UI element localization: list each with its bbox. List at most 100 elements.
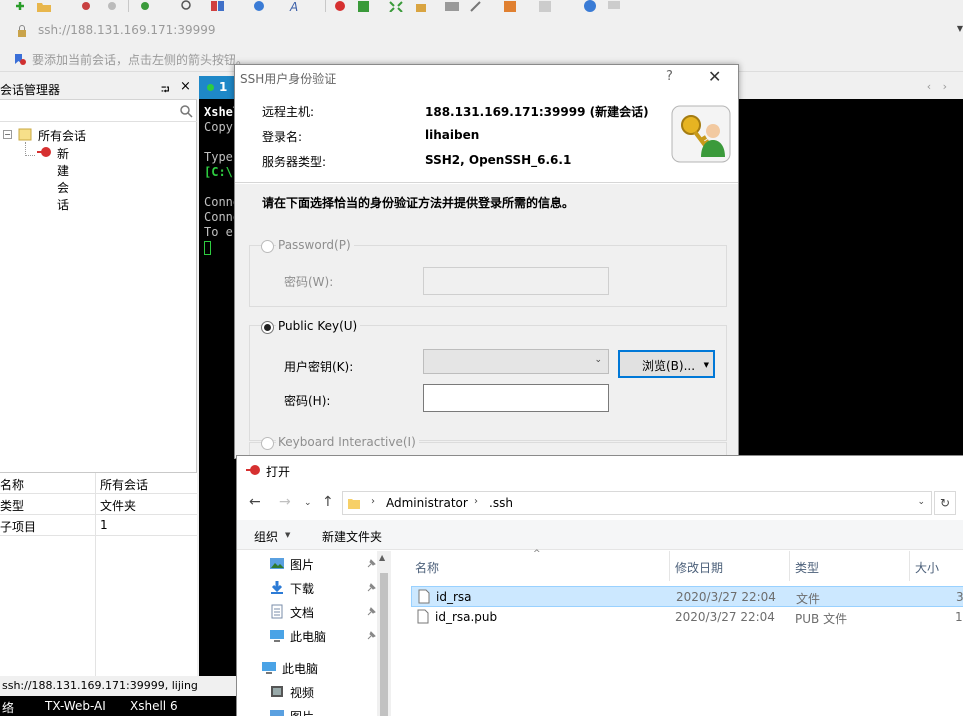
disconnect-icon[interactable]	[104, 0, 120, 12]
help-icon[interactable]: ?	[666, 69, 673, 84]
font-icon[interactable]: A	[288, 0, 304, 12]
browse-button[interactable]: 浏览(B)... ▼	[618, 350, 715, 378]
password-field[interactable]	[423, 267, 609, 295]
user-key-select[interactable]: ⌄	[423, 349, 609, 374]
file-row-id-rsa-pub[interactable]: id_rsa.pub 2020/3/27 22:04 PUB 文件 1	[411, 607, 963, 628]
public-key-radio[interactable]	[261, 321, 274, 334]
globe-icon[interactable]	[252, 0, 268, 12]
pin-icon[interactable]: ⮒	[161, 81, 170, 100]
scrollbar-thumb[interactable]	[380, 573, 388, 716]
help-icon[interactable]	[582, 0, 598, 12]
column-divider[interactable]	[909, 551, 910, 581]
address-text[interactable]: ssh://188.131.169.171:39999	[38, 23, 216, 37]
breadcrumb-item[interactable]: .ssh	[489, 496, 513, 510]
tree-item-label: 所有会话	[38, 129, 87, 143]
tab-scroll-arrows[interactable]: ‹ ›	[927, 80, 951, 93]
pin-icon	[367, 583, 376, 592]
keyboard-option-label[interactable]: Keyboard Interactive(I)	[276, 435, 419, 449]
chevron-down-icon[interactable]: ▼	[957, 24, 963, 33]
new-folder-button[interactable]: 新建文件夹	[322, 528, 382, 545]
chat-icon[interactable]	[606, 0, 622, 12]
find-icon[interactable]	[180, 0, 196, 12]
tile-icon[interactable]	[538, 0, 554, 12]
keyboard-icon[interactable]	[444, 0, 460, 12]
back-arrow-icon[interactable]: ←	[249, 494, 261, 510]
keyboard-radio[interactable]	[261, 437, 274, 450]
layout-icon[interactable]	[210, 0, 226, 12]
search-icon[interactable]	[180, 105, 193, 118]
svg-text:A: A	[289, 0, 298, 12]
bookmark-arrow-icon[interactable]	[14, 53, 26, 65]
session-search-input[interactable]	[0, 102, 197, 122]
pictures-icon	[270, 710, 284, 716]
ssh-auth-dialog: SSH用户身份验证 ? ✕ 远程主机: 188.131.169.171:3999…	[234, 64, 739, 462]
xshell-icon[interactable]	[332, 0, 348, 12]
main-toolbar: A	[0, 0, 963, 20]
address-bar[interactable]: ssh://188.131.169.171:39999 ▼	[6, 20, 963, 42]
close-icon[interactable]: ×	[180, 79, 191, 94]
chevron-right-icon[interactable]: ›	[371, 496, 375, 507]
new-session-icon[interactable]	[12, 0, 28, 12]
column-type[interactable]: 类型	[795, 559, 819, 576]
connect-icon[interactable]	[80, 0, 96, 12]
xshell-icon	[246, 465, 260, 475]
property-key: 子项目	[0, 520, 37, 534]
organize-button[interactable]: 组织	[254, 528, 278, 545]
refresh-icon[interactable]: ↻	[934, 491, 956, 515]
column-divider[interactable]	[669, 551, 670, 581]
download-icon	[271, 581, 283, 594]
chevron-right-icon[interactable]: ›	[474, 496, 478, 507]
property-value: 1	[100, 518, 108, 532]
file-modified: 2020/3/27 22:04	[676, 590, 776, 604]
dropdown-arrow-icon: ▼	[703, 361, 709, 369]
breadcrumb-item[interactable]: Administrator	[386, 496, 468, 510]
server-type-value: SSH2, OpenSSH_6.6.1	[425, 153, 572, 167]
compose-icon[interactable]	[468, 0, 484, 12]
tree-item-new-session[interactable]: 新建会话	[57, 145, 69, 213]
fullscreen-icon[interactable]	[388, 0, 404, 12]
instruction-text: 请在下面选择恰当的身份验证方法并提供登录所需的信息。	[262, 196, 575, 210]
path-breadcrumb[interactable]: › Administrator › .ssh ⌄	[342, 491, 932, 515]
forward-arrow-icon[interactable]: →	[279, 494, 291, 510]
recent-locations-icon[interactable]: ⌄	[304, 498, 312, 508]
lock-icon[interactable]	[413, 0, 429, 12]
connection-info: 远程主机: 188.131.169.171:39999 (新建会话) 登录名: …	[235, 91, 738, 183]
dropdown-arrow-icon[interactable]: ▼	[285, 531, 290, 539]
column-name[interactable]: 名称	[415, 559, 439, 576]
connected-indicator	[207, 84, 214, 91]
properties-table: 名称 所有会话 类型 文件夹 子项目 1	[0, 472, 197, 677]
auth-methods: 请在下面选择恰当的身份验证方法并提供登录所需的信息。 Password(P) 密…	[235, 184, 738, 462]
user-key-label: 用户密钥(K):	[284, 360, 354, 374]
tab-session-1[interactable]: 1	[199, 76, 239, 99]
password-option-label[interactable]: Password(P)	[276, 238, 354, 252]
close-icon[interactable]: ✕	[708, 67, 721, 86]
sort-ascending-icon: ^	[533, 549, 541, 559]
browse-button-label: 浏览(B)...	[642, 359, 696, 373]
open-folder-icon[interactable]	[36, 0, 52, 12]
nav-pane-scrollbar[interactable]: ▲	[377, 551, 391, 716]
file-size: 3	[956, 590, 963, 604]
public-key-option-label[interactable]: Public Key(U)	[276, 319, 361, 333]
column-size[interactable]: 大小	[915, 559, 939, 576]
xftp-icon[interactable]	[356, 0, 372, 12]
user-key-icon	[671, 105, 731, 163]
file-size: 1	[955, 610, 963, 624]
remote-host-label: 远程主机:	[262, 105, 315, 119]
up-arrow-icon[interactable]: ↑	[322, 494, 334, 510]
collapse-icon[interactable]: −	[3, 130, 12, 139]
dialog-title: SSH用户身份验证	[240, 72, 337, 86]
open-file-dialog: 打开 ← → ⌄ ↑ › Administrator › .ssh ⌄ ↻ 组织…	[236, 455, 963, 716]
settings-icon[interactable]	[138, 0, 154, 12]
column-modified[interactable]: 修改日期	[675, 559, 723, 576]
tree-connector	[25, 142, 35, 156]
column-divider[interactable]	[789, 551, 790, 581]
passphrase-field[interactable]	[423, 384, 609, 412]
file-row-id-rsa[interactable]: id_rsa 2020/3/27 22:04 文件 3	[411, 586, 963, 607]
add-icon[interactable]	[503, 0, 519, 12]
app-status-bar: 络 TX-Web-AI Xshell 6	[0, 696, 236, 716]
status-app-name: Xshell 6	[130, 699, 178, 713]
password-radio[interactable]	[261, 240, 274, 253]
scroll-up-icon[interactable]: ▲	[379, 553, 385, 562]
chevron-down-icon[interactable]: ⌄	[917, 497, 925, 507]
file-name: id_rsa	[436, 590, 472, 604]
